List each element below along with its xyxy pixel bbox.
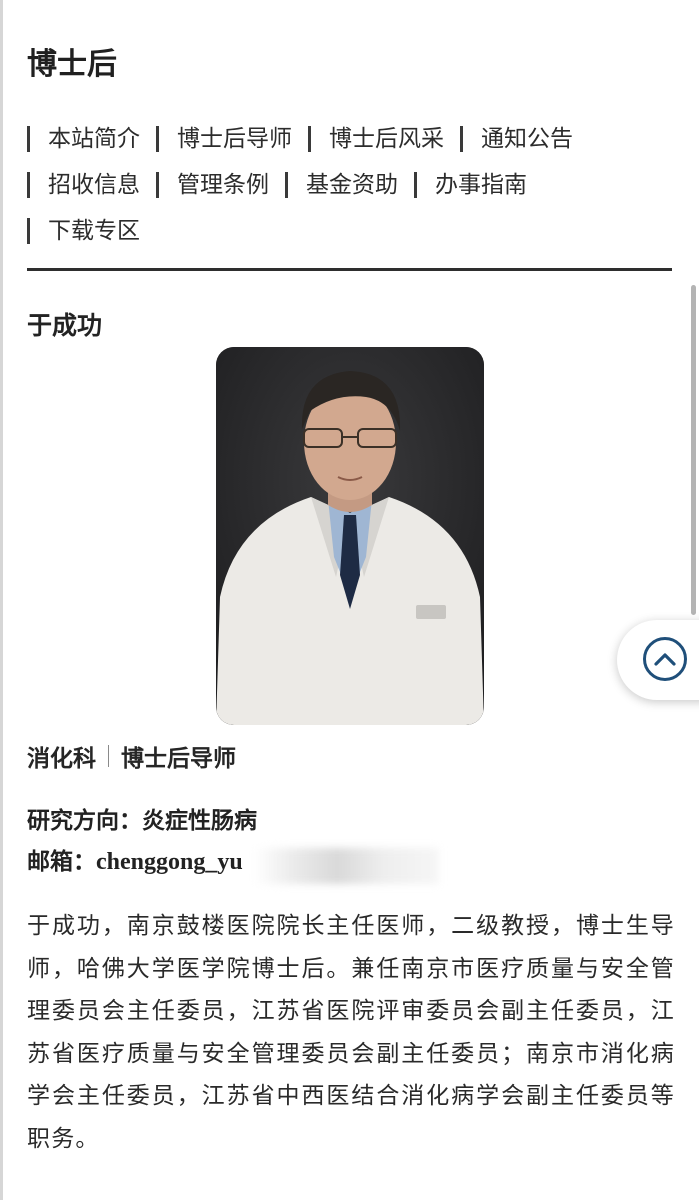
nav-item-postdoc-supervisors[interactable]: 博士后导师 [156,126,292,152]
nav-item-funding[interactable]: 基金资助 [285,172,398,198]
separator [108,745,109,767]
nav-row: 下载专区 [27,208,677,254]
section-nav: 本站简介 博士后导师 博士后风采 通知公告 招收信息 管理条例 基金资助 办事指… [27,116,677,254]
email-label: 邮箱： [27,849,96,875]
back-to-top-button[interactable] [617,620,699,700]
scrollbar[interactable] [691,285,696,615]
nav-item-downloads[interactable]: 下载专区 [27,218,140,244]
nav-item-guide[interactable]: 办事指南 [414,172,527,198]
page-title: 博士后 [27,47,117,82]
department-line: 消化科 博士后导师 [27,737,236,775]
biography: 于成功，南京鼓楼医院院长主任医师，二级教授，博士生导师，哈佛大学医学院博士后。兼… [27,913,675,1152]
research-direction: 研究方向：炎症性肠病 [27,802,257,840]
nav-item-recruitment[interactable]: 招收信息 [27,172,140,198]
page-left-edge [0,0,3,1200]
email-value[interactable]: chenggong_yu [96,849,243,875]
redaction-blur [254,848,439,884]
person-name: 于成功 [27,311,103,340]
section-divider [27,268,672,271]
portrait-photo [216,347,484,725]
nav-item-postdoc-showcase[interactable]: 博士后风采 [308,126,444,152]
department: 消化科 [27,746,96,772]
email-line: 邮箱：chenggong_yu [27,843,243,881]
nav-item-notices[interactable]: 通知公告 [460,126,573,152]
research-value: 炎症性肠病 [142,808,257,834]
research-label: 研究方向： [27,808,142,834]
nav-item-site-intro[interactable]: 本站简介 [27,126,140,152]
nav-row: 招收信息 管理条例 基金资助 办事指南 [27,162,677,208]
role: 博士后导师 [121,746,236,772]
nav-row: 本站简介 博士后导师 博士后风采 通知公告 [27,116,677,162]
nav-item-regulations[interactable]: 管理条例 [156,172,269,198]
chevron-up-icon [643,637,687,681]
